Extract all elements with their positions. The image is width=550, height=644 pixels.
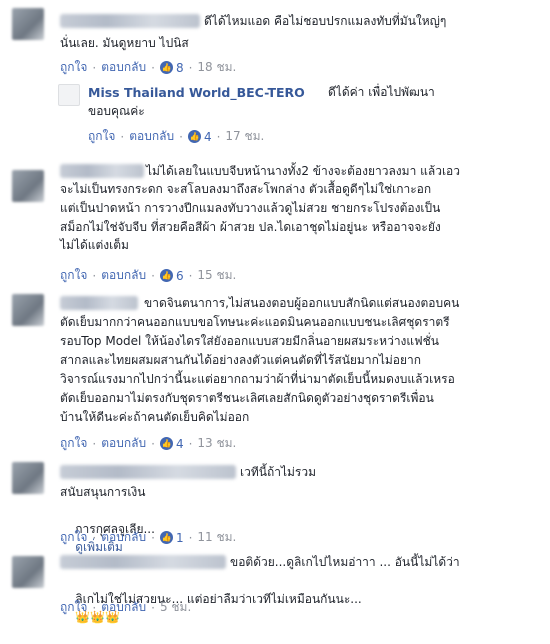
separator: · [92, 268, 97, 283]
separator: · [188, 268, 193, 283]
comment-text-line: รอบTop Model ให้น้องไดรใส่ยังออกแบบสวยมี… [60, 334, 439, 348]
reply-link[interactable]: ตอบกลับ [101, 528, 146, 547]
separator: · [216, 129, 221, 144]
comment-text-line: แต่เป็นปาดหน้า การวางปีกแมลงทับวางแล้วดู… [60, 201, 441, 215]
comment-text-line: สนับสนุนการเงิน [60, 485, 146, 499]
comment-text-line: ขาดจินตนาการ,ไม่สนองตอบผู้ออกแบบสักนิดแต… [144, 296, 460, 310]
separator: · [179, 129, 183, 144]
reply-link[interactable]: ตอบกลับ [101, 266, 146, 285]
comment-text-line: วิจารณ์แรงมากไปกว่านี้นะแต่อยากถามว่าผ้า… [60, 372, 455, 386]
comment-actions: ถูกใจ · ตอบกลับ · 👍 4 · 13 ชม. [60, 434, 236, 453]
like-link[interactable]: ถูกใจ [60, 266, 87, 285]
comment-text-line: ขอติด้วย...ดูลิเกไปไหมอ่าาา ... อันนี้ไม… [230, 555, 460, 569]
comment-text-line: บ้านให้ดีนะค่ะถ้าคนตัดเย็บคิดไม่ออก [60, 410, 250, 424]
commenter-name[interactable]: Miss Thailand World_BEC-TERO [88, 85, 305, 100]
avatar[interactable] [12, 462, 44, 494]
reply-link[interactable]: ตอบกลับ [101, 434, 146, 453]
separator: · [151, 268, 155, 283]
timestamp[interactable]: 17 ชม. [225, 127, 264, 146]
comment-text-line: ขอบคุณค่ะ [88, 104, 145, 118]
avatar[interactable] [12, 294, 44, 326]
comment-actions: ถูกใจ · ตอบกลับ · 👍 1 · 11 ชม. [60, 528, 236, 547]
timestamp[interactable]: 18 ชม. [197, 58, 236, 77]
comment-text-line: ไม่ได้แต่งเต็ม [60, 238, 129, 252]
separator: · [151, 600, 155, 615]
comment-text-line: ตัดเย็บออกมาไม่ตรงกับชุดราตรีชนะเลิศเลยส… [60, 391, 434, 405]
separator: · [92, 530, 97, 545]
like-link[interactable]: ถูกใจ [60, 434, 87, 453]
separator: · [92, 60, 97, 75]
comment-text-line: เวทีนี้ถ้าไม่รวม [240, 465, 316, 479]
comment-actions: ถูกใจ · ตอบกลับ · 5 ชม. [60, 598, 191, 617]
like-link[interactable]: ถูกใจ [60, 58, 87, 77]
like-reaction-icon[interactable]: 👍 [187, 130, 201, 143]
separator: · [188, 60, 193, 75]
comment-5: ขอติด้วย...ดูลิเกไปไหมอ่าาา ... อันนี้ไม… [0, 546, 550, 624]
reply-link[interactable]: ตอบกลับ [101, 598, 146, 617]
comment-text-line: ดีได้ไหมแอด คือไม่ชอบปรกแมลงทับที่มันใหญ… [204, 14, 447, 28]
reaction-count[interactable]: 4 [204, 130, 212, 144]
avatar[interactable] [12, 170, 44, 202]
comment-text-line: สม็อกไม่ใช่จับจีบ ที่สวยคือสีผ้า ผ้าสวย … [60, 220, 441, 234]
reply-1: Miss Thailand World_BEC-TERO ดีได้ค่า เพ… [0, 80, 550, 150]
separator: · [92, 600, 97, 615]
comment-text-line: สากลและไทยผสมผสานกันได้อย่างลงตัวแต่คนตั… [60, 353, 422, 367]
comment-2: ไม่ได้เลยในแบบจีบหน้านางทั้ง2 ข้างจะต้อง… [0, 150, 550, 290]
separator: · [92, 436, 97, 451]
comment-1: ดีได้ไหมแอด คือไม่ชอบปรกแมลงทับที่มันใหญ… [0, 0, 550, 80]
timestamp[interactable]: 11 ชม. [197, 528, 236, 547]
separator: · [151, 436, 155, 451]
comment-actions: ถูกใจ · ตอบกลับ · 👍 4 · 17 ชม. [88, 127, 264, 146]
page-avatar[interactable] [58, 84, 80, 106]
like-reaction-icon[interactable]: 👍 [159, 61, 173, 74]
reply-link[interactable]: ตอบกลับ [101, 58, 146, 77]
separator: · [188, 436, 193, 451]
avatar[interactable] [12, 556, 44, 588]
like-reaction-icon[interactable]: 👍 [159, 531, 173, 544]
reply-link[interactable]: ตอบกลับ [129, 127, 174, 146]
comment-text-line: ตัดเย็บมากกว่าคนออกแบบขอโทษนะค่ะแอดมินคน… [60, 315, 450, 329]
reaction-count[interactable]: 6 [176, 269, 184, 283]
comment-text-line: ดีได้ค่า เพื่อไปพัฒนา [328, 85, 435, 99]
commenter-name-blurred[interactable] [60, 296, 138, 310]
separator: · [151, 530, 155, 545]
commenter-name-blurred[interactable] [60, 14, 200, 28]
comment-actions: ถูกใจ · ตอบกลับ · 👍 8 · 18 ชม. [60, 58, 236, 77]
comment-4: เวทีนี้ถ้าไม่รวม สนับสนุนการเงิน การกุศล… [0, 456, 550, 554]
like-reaction-icon[interactable]: 👍 [159, 269, 173, 282]
commenter-name-blurred[interactable] [60, 465, 236, 479]
like-reaction-icon[interactable]: 👍 [159, 437, 173, 450]
reaction-count[interactable]: 8 [176, 61, 184, 75]
reaction-count[interactable]: 1 [176, 531, 184, 545]
reaction-count[interactable]: 4 [176, 437, 184, 451]
comment-actions: ถูกใจ · ตอบกลับ · 👍 6 · 15 ชม. [60, 266, 236, 285]
separator: · [120, 129, 125, 144]
timestamp[interactable]: 5 ชม. [160, 598, 191, 617]
comment-text-line: จะไม่เป็นทรงกระดก จะสโลบลงมาถึงสะโพกล่าง… [60, 182, 432, 196]
commenter-name-blurred[interactable] [60, 555, 226, 569]
like-link[interactable]: ถูกใจ [60, 598, 87, 617]
separator: · [151, 60, 155, 75]
timestamp[interactable]: 13 ชม. [197, 434, 236, 453]
timestamp[interactable]: 15 ชม. [197, 266, 236, 285]
comment-text-line: นั่นเลย. มันดูหยาบ ไปนิส [60, 36, 189, 50]
comment-3: ขาดจินตนาการ,ไม่สนองตอบผู้ออกแบบสักนิดแต… [0, 290, 550, 452]
avatar[interactable] [12, 8, 44, 40]
comment-text-line: ไม่ได้เลยในแบบจีบหน้านางทั้ง2 ข้างจะต้อง… [146, 164, 461, 178]
like-link[interactable]: ถูกใจ [60, 528, 87, 547]
commenter-name-blurred[interactable] [60, 164, 144, 178]
separator: · [188, 530, 193, 545]
like-link[interactable]: ถูกใจ [88, 127, 115, 146]
